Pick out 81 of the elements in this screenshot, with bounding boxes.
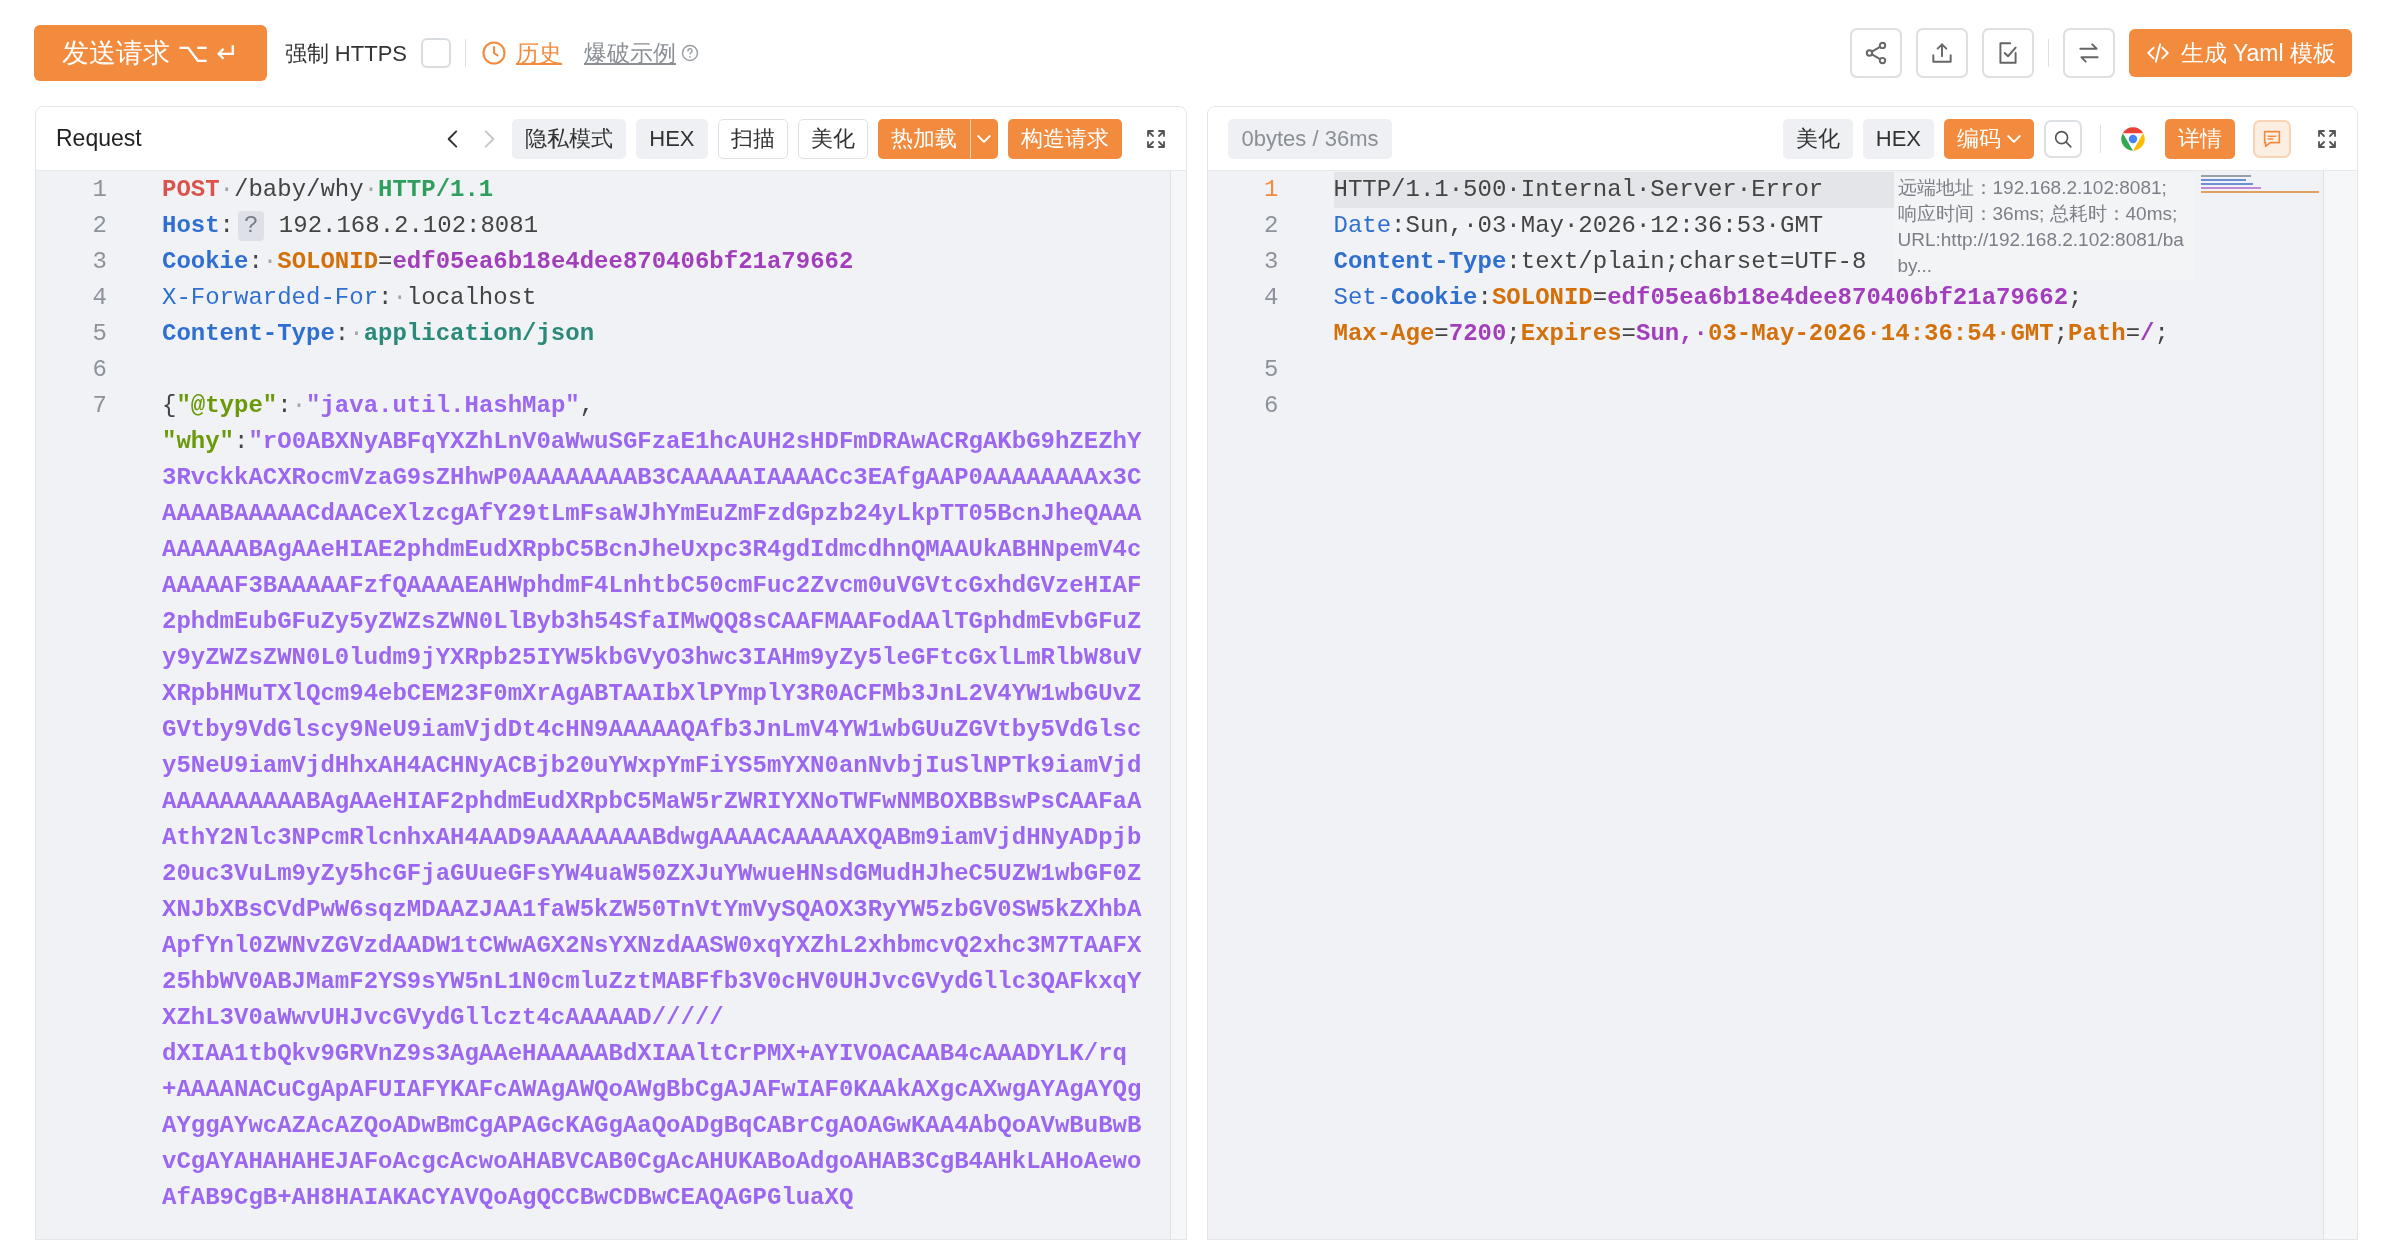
code-text: Content-Type:·application/json xyxy=(162,319,595,349)
hint-badge[interactable]: ? xyxy=(238,211,265,241)
comment-button[interactable] xyxy=(2253,119,2291,158)
send-request-button[interactable]: 发送请求 ⌥ ↵ xyxy=(34,25,267,81)
caret-icon xyxy=(976,134,991,143)
code-text: AAAAAF3BAAAAAFzfQAAAAEAHWphdmF4LnhtbC50cmFuc2Zvcm0uVGVtcGxhdGVzeHIAF xyxy=(162,571,1142,601)
clock-icon xyxy=(480,39,508,67)
toolbar-button[interactable]: HEX xyxy=(1862,118,1934,159)
code-text: Set-Cookie:SOLONID=edf05ea6b18e4dee870406bf21a79662; xyxy=(1333,283,2083,313)
help-icon[interactable] xyxy=(680,43,700,63)
code-text: XZhL3V0aWwvUHJvcGVydGllczt4cAAAAAD///// xyxy=(162,1003,724,1033)
generate-yaml-button[interactable]: 生成 Yaml 模板 xyxy=(2128,29,2352,77)
code-text: AYggAYwcAZAcAZQoADwBmCgAPAGcKAGgAaQoADgBqCABrCgAOAGwKAA4AbQoAVwBuBwB xyxy=(162,1111,1142,1141)
code-text: ApfYnl0ZWNvZGVzdAADW1tCWwAGX2NsYXNzdAASW0xqYXZhL2xhbmcvQ2xhc3M7TAAFX xyxy=(162,931,1142,961)
line-number: 4 xyxy=(1263,283,1280,313)
code-text: AAAABAAAAACdAACeXlzcgAfY29tLmFsaWJhYmEuZmFzdGpzb24yLkpTT05BcnJheQAAA xyxy=(162,499,1142,529)
line-number: 2 xyxy=(1263,211,1280,241)
code-text: X-Forwarded-For:·localhost xyxy=(162,283,537,313)
code-text: Date:Sun,·03·May·2026·12:36:53·GMT xyxy=(1333,211,1824,241)
panel-title: Request xyxy=(56,124,142,154)
code-text: dXIAA1tbQkv9GRVnZ9s3AgAAeHAAAAABdXIAAltCrPMX+AYIVOACAAB4cAAADYLK/rq xyxy=(162,1039,1127,1069)
toolbar-button[interactable]: 美化 xyxy=(797,118,868,159)
code-text: XRpbHMuTXlQcm94ebCEM23F0mXrAgABTAAIbXlPYmplY3R0ACFMb3JnL2V4YW1wbGUvZ xyxy=(162,679,1142,709)
line-number: 6 xyxy=(1263,391,1280,421)
code-text: Cookie:·SOLONID=edf05ea6b18e4dee870406bf21a79662 xyxy=(162,247,854,277)
toolbar-button[interactable]: 美化 xyxy=(1782,118,1853,159)
circle-logo-icon[interactable] xyxy=(2119,124,2147,153)
code-text: 2phdmEubGFuZy5yZWZsZWN0LlByb3h54SfaIMwQQ8sCAAFMAAFodAAlTGphdmEvbGFuZ xyxy=(162,607,1142,637)
toolbar-button[interactable]: 扫描 xyxy=(717,118,788,159)
swap-button[interactable] xyxy=(2062,28,2115,78)
line-number: 3 xyxy=(1263,247,1280,277)
code-text: 20uc3VuLm9yZy5hcGFjaGUueGFsYW4uaW50ZXJuYWwueHNsdGMudHJheC5UZW1wbGF0Z xyxy=(162,859,1142,889)
toolbar-button[interactable]: HEX xyxy=(636,118,708,159)
code-text: y9yZWZsZWN0L0ludm9jYXRpb25IYW5kbGVyO3hwc3IAHm9yZy5leGFtcGxlLmRlbW8uV xyxy=(162,643,1142,673)
code-text: +AAAANACuCgApAFUIAFYKAFcAWAgAWQoAWgBbCgAJAFwIAF0KAAkAXgcAXwgAYAgAYQg xyxy=(162,1075,1142,1105)
code-text: Content-Type:text/plain;charset=UTF-8 xyxy=(1333,247,1867,277)
line-number: 1 xyxy=(91,175,108,205)
code-icon xyxy=(2144,40,2171,66)
search-button[interactable] xyxy=(2044,119,2082,158)
code-text: XNJbXBsCVdPwW6sqzMDAAZJAA1faW5kZW50TnVtYmVySQAOX3RyYW5zbGV0SW5kZXhbA xyxy=(162,895,1142,925)
share-button[interactable] xyxy=(1849,28,1902,78)
toolbar-button[interactable]: 热加载 xyxy=(877,118,970,159)
line-number: 4 xyxy=(91,283,108,313)
code-text: AAAAAABAgAAeHIAE2phdmEudXRpbC5BcnJheUxpc3R4gdIdmcdhnQMAAUkABHNpemV4c xyxy=(162,535,1142,565)
code-text: Max-Age=7200;Expires=Sun,·03-May-2026·14:36:54·GMT;Path=/; xyxy=(1333,319,2169,349)
line-number: 1 xyxy=(1263,175,1280,205)
code-text: {"@type":·"java.util.HashMap", xyxy=(162,391,595,421)
code-text: "why":"rO0ABXNyABFqYXZhLnV0aWwuSGFzaE1hcAUH2sHDFmDRAwACRgAKbG9hZEZhY xyxy=(162,427,1142,457)
line-number: 5 xyxy=(1263,355,1280,385)
code-text: HTTP/1.1·500·Internal·Server·Error xyxy=(1333,172,1894,208)
code-text: AAAAAAAAAABAgAAeHIAF2phdmEudXRpbC5MaW5rZWRIYXNoTWFwNMBOXBBswPsCAAFaA xyxy=(162,787,1142,817)
toolbar-button[interactable]: 隐私模式 xyxy=(512,118,627,159)
caret-icon xyxy=(2007,134,2021,143)
upload-button[interactable] xyxy=(1915,28,1968,78)
code-text: vCgAYAHAHAHEJAFoAcgcAcwoAHABVCAB0CgAcAHUKABoAdgoAHAB3CgB4AHkLAHoAewo xyxy=(162,1147,1142,1177)
response-stats: 0bytes / 36ms xyxy=(1227,118,1393,159)
history-link[interactable]: 历史 xyxy=(516,35,562,71)
code-text: GVtby9VdGlscy9NeU9iamVjdDt4cHN9AAAAAQAfb3JnLmV4YW1wbGUuZGVtby5VdGlsc xyxy=(162,715,1142,745)
code-text: POST·/baby/why·HTTP/1.1 xyxy=(162,175,494,205)
https-checkbox[interactable] xyxy=(421,38,451,68)
line-number: 3 xyxy=(91,247,108,277)
https-label: 强制 HTTPS xyxy=(284,39,407,68)
line-number: 2 xyxy=(91,211,108,241)
code-text: 192.168.2.102:8081 xyxy=(277,211,539,241)
code-text: y5NeU9iamVjdHhxAH4ACHNyACBjb20uYWxpYmFiYS5mYXN0anNvbjIuSlNPTk9iamVjd xyxy=(162,751,1142,781)
scrollbar-track[interactable] xyxy=(1169,171,1186,1239)
detail-button[interactable]: 详情 xyxy=(2165,118,2235,159)
example-link[interactable]: 爆破示例 xyxy=(584,35,676,71)
dropdown-toggle-button[interactable] xyxy=(969,118,998,159)
scrollbar-track[interactable] xyxy=(2323,171,2357,1239)
code-text: 3RvckkACXRocmVzaG9sZHhwP0AAAAAAAAB3CAAAAAIAAAACc3EAfgAAP0AAAAAAAAx3C xyxy=(162,463,1142,493)
line-number: 5 xyxy=(91,319,108,349)
code-text: AfAB9CgB+AH8HAIAKACYAVQoAgQCCBwCDBwCEAQAGPGluaXQ xyxy=(162,1183,854,1213)
import-button[interactable] xyxy=(1981,28,2034,78)
code-text: AthY2Nlc3NPcmRlcnhxAH4AAD9AAAAAAAABdwgAAAACAAAAAXQABm9iamVjdHNyADpjb xyxy=(162,823,1142,853)
line-number: 6 xyxy=(91,355,108,385)
dropdown-button[interactable]: 编码 xyxy=(1944,118,2034,159)
code-text: Host: xyxy=(162,211,234,241)
toolbar-button[interactable]: 构造请求 xyxy=(1007,118,1122,159)
line-number: 7 xyxy=(91,391,108,421)
code-text: 25hbWV0ABJMamF2YS9sYW5nL1N0cmluZztMABFfb3V0cHV0UHJvcGVydGllc3QAFkxqY xyxy=(162,967,1142,997)
